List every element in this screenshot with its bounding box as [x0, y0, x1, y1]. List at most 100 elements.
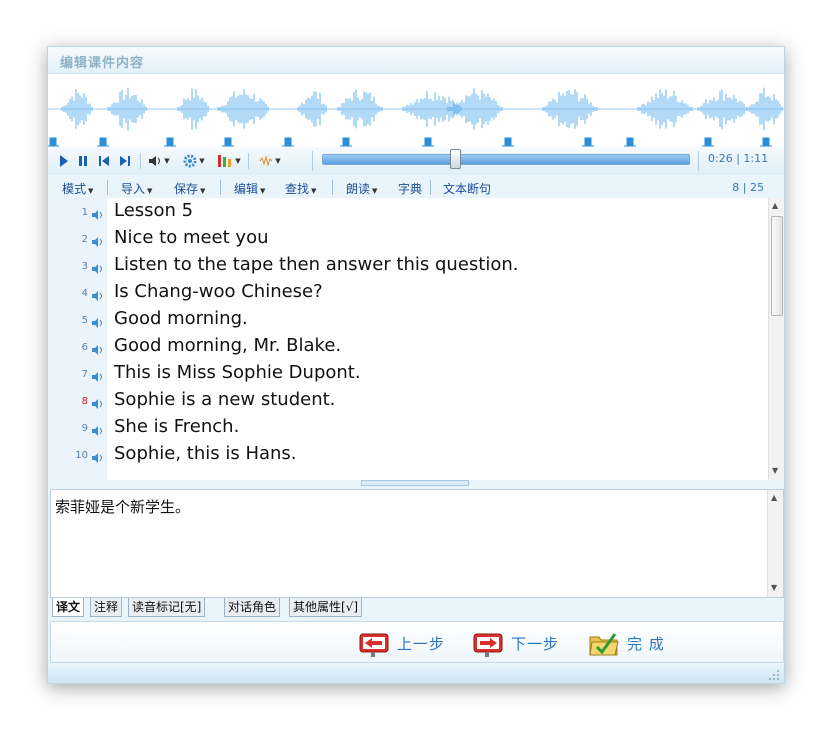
menu-divider: [107, 180, 108, 195]
edit-courseware-window: 编辑课件内容 ▼ ▼ ▼ ▼ 0:26 | 1:11 模式 ▼ 导入 ▼ 保存 …: [47, 46, 785, 684]
finish-label: 完 成: [627, 634, 665, 653]
sentence-text[interactable]: Sophie, this is Hans.: [114, 443, 297, 464]
scroll-down-icon[interactable]: ▼: [772, 466, 778, 475]
tab-translation[interactable]: 译文: [52, 598, 85, 617]
scroll-down-icon[interactable]: ▼: [771, 583, 777, 592]
time-separator: |: [736, 152, 740, 165]
menu-bar: 模式 ▼ 导入 ▼ 保存 ▼ 编辑 ▼ 查找 ▼ 朗读 ▼ 字典 文本断句 8 | 25: [48, 177, 784, 197]
forward-arrow-icon: [473, 633, 503, 657]
scroll-up-icon[interactable]: ▲: [771, 493, 777, 502]
scroll-up-icon[interactable]: ▲: [772, 201, 778, 210]
translation-text[interactable]: 索菲娅是个新学生。: [55, 496, 190, 517]
volume-icon[interactable]: ▼: [144, 153, 174, 169]
menu-dictionary[interactable]: 字典: [398, 180, 422, 197]
speaker-icon[interactable]: [91, 260, 105, 274]
line-number: 6: [81, 342, 88, 353]
sentence-text[interactable]: She is French.: [114, 416, 239, 437]
menu-divider: [220, 180, 221, 195]
toolbar-divider: [312, 151, 313, 171]
next-step-label: 下一步: [511, 634, 560, 653]
menu-sentence-split[interactable]: 文本断句: [443, 180, 491, 197]
menu-mode[interactable]: 模式 ▼: [62, 180, 93, 197]
sentence-row[interactable]: 8 Sophie is a new student.: [50, 387, 770, 414]
tab-other-properties[interactable]: 其他属性[√]: [289, 598, 363, 617]
prev-step-label: 上一步: [397, 634, 446, 653]
menu-save[interactable]: 保存 ▼: [174, 180, 205, 197]
speaker-icon[interactable]: [91, 206, 105, 220]
sentence-list-scrollbar[interactable]: ▲ ▼: [768, 198, 784, 480]
tab-dialog-role[interactable]: 对话角色: [224, 598, 281, 617]
sentence-row[interactable]: 6 Good morning, Mr. Blake.: [50, 333, 770, 360]
sentence-row[interactable]: 9 She is French.: [50, 414, 770, 441]
previous-icon[interactable]: [97, 153, 111, 169]
speaker-icon[interactable]: [91, 449, 105, 463]
line-number: 4: [81, 288, 88, 299]
sentence-row[interactable]: 7 This is Miss Sophie Dupont.: [50, 360, 770, 387]
menu-read-aloud[interactable]: 朗读 ▼: [346, 180, 377, 197]
resize-grip-icon[interactable]: [768, 669, 780, 681]
sentence-text[interactable]: Is Chang-woo Chinese?: [114, 281, 323, 302]
back-arrow-icon: [359, 633, 389, 657]
toolbar-divider: [140, 153, 141, 169]
tab-notes[interactable]: 注释: [90, 598, 123, 617]
translation-editor[interactable]: 索菲娅是个新学生。 ▲ ▼: [50, 489, 784, 598]
speaker-icon[interactable]: [91, 341, 105, 355]
speaker-icon[interactable]: [91, 422, 105, 436]
line-number: 10: [75, 450, 88, 461]
sentence-row[interactable]: 4 Is Chang-woo Chinese?: [50, 279, 770, 306]
line-number: 5: [81, 315, 88, 326]
time-display: 0:26 | 1:11: [708, 152, 768, 165]
play-icon[interactable]: [57, 153, 71, 169]
title-bar: 编辑课件内容: [48, 47, 784, 74]
menu-import[interactable]: 导入 ▼: [121, 180, 152, 197]
pane-splitter[interactable]: [361, 480, 469, 486]
sentence-text[interactable]: Good morning.: [114, 308, 248, 329]
channel-icon[interactable]: ▼: [213, 153, 245, 169]
sentence-text[interactable]: Good morning, Mr. Blake.: [114, 335, 341, 356]
toolbar-divider: [698, 151, 699, 171]
line-number: 7: [81, 369, 88, 380]
sentence-list[interactable]: 1 Lesson 5 2 Nice to meet you 3 Listen to the…: [50, 198, 784, 480]
folder-check-icon: [589, 633, 619, 656]
line-number: 3: [81, 261, 88, 272]
translation-scrollbar[interactable]: ▲ ▼: [767, 490, 783, 597]
next-step-button[interactable]: 下一步: [471, 628, 559, 658]
finish-button[interactable]: 完 成: [587, 628, 665, 658]
sentence-row[interactable]: 5 Good morning.: [50, 306, 770, 333]
sentence-row[interactable]: 2 Nice to meet you: [50, 225, 770, 252]
sentence-row[interactable]: 3 Listen to the tape then answer this que…: [50, 252, 770, 279]
sentence-text[interactable]: Sophie is a new student.: [114, 389, 335, 410]
time-current: 0:26: [708, 152, 733, 165]
slider-thumb[interactable]: [449, 149, 461, 169]
effects-icon[interactable]: ▼: [254, 153, 286, 169]
speaker-icon[interactable]: [91, 314, 105, 328]
scrollbar-thumb[interactable]: [771, 216, 783, 316]
sentence-text[interactable]: Nice to meet you: [114, 227, 269, 248]
line-number: 1: [81, 207, 88, 218]
sentence-text[interactable]: Listen to the tape then answer this ques…: [114, 254, 519, 275]
status-bar: [48, 665, 784, 683]
menu-edit[interactable]: 编辑 ▼: [234, 180, 265, 197]
next-icon[interactable]: [118, 153, 132, 169]
speaker-icon[interactable]: [91, 287, 105, 301]
toolbar-divider: [248, 153, 249, 169]
speaker-icon[interactable]: [91, 233, 105, 247]
menu-divider: [332, 180, 333, 195]
speaker-icon[interactable]: [91, 395, 105, 409]
pause-icon[interactable]: [76, 153, 90, 169]
sentence-row[interactable]: 10 Sophie, this is Hans.: [50, 441, 770, 468]
time-total: 1:11: [743, 152, 769, 165]
playback-slider[interactable]: [322, 149, 690, 169]
waveform-view[interactable]: [48, 74, 784, 152]
speaker-icon[interactable]: [91, 368, 105, 382]
line-number: 2: [81, 234, 88, 245]
prev-step-button[interactable]: 上一步: [357, 628, 445, 658]
menu-find[interactable]: 查找 ▼: [285, 180, 316, 197]
sentence-counter: 8 | 25: [732, 181, 764, 194]
settings-gear-icon[interactable]: ▼: [178, 153, 210, 169]
tab-pronunciation-mark[interactable]: 读音标记[无]: [128, 598, 206, 617]
sentence-text[interactable]: This is Miss Sophie Dupont.: [114, 362, 361, 383]
window-title: 编辑课件内容: [60, 56, 145, 71]
sentence-text[interactable]: Lesson 5: [114, 200, 193, 221]
sentence-row[interactable]: 1 Lesson 5: [50, 198, 770, 225]
